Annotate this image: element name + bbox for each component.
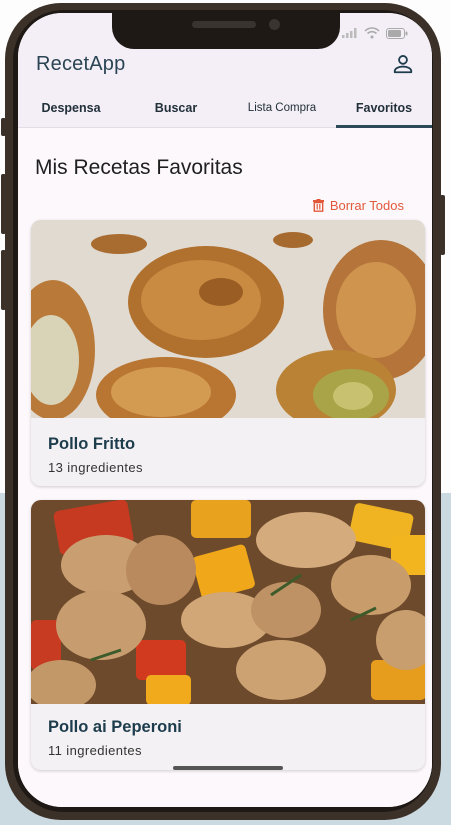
volume-down-button — [1, 250, 6, 310]
recipe-card-pollo-ai-peperoni[interactable]: Pollo ai Peperoni 11 ingredientes — [31, 500, 425, 770]
wifi-icon — [364, 27, 380, 39]
tab-lista-compra[interactable]: Lista Compra — [228, 97, 336, 128]
clear-all-button[interactable]: Borrar Todos — [312, 198, 404, 213]
status-bar-icons — [342, 27, 408, 39]
tab-favoritos[interactable]: Favoritos — [336, 97, 432, 128]
recipe-title: Pollo ai Peperoni — [48, 718, 182, 736]
front-camera — [269, 19, 280, 30]
recipe-title: Pollo Fritto — [48, 435, 136, 453]
recipe-ingredients-count: 11 ingredientes — [48, 743, 142, 758]
tab-bar: Despensa Buscar Lista Compra Favoritos — [18, 97, 432, 128]
tab-buscar[interactable]: Buscar — [124, 97, 228, 128]
speaker — [192, 21, 256, 28]
notch — [112, 13, 340, 49]
recipe-image — [31, 500, 425, 704]
tab-despensa[interactable]: Despensa — [18, 97, 124, 128]
mute-switch — [1, 118, 6, 136]
signal-icon — [342, 28, 357, 38]
app-title: RecetApp — [36, 53, 126, 75]
recipe-card-pollo-fritto[interactable]: Pollo Fritto 13 ingredientes — [31, 220, 425, 486]
volume-up-button — [1, 174, 6, 234]
home-indicator[interactable] — [173, 766, 283, 770]
account-icon[interactable] — [392, 53, 414, 75]
page-title: Mis Recetas Favoritas — [35, 156, 243, 179]
clear-all-label: Borrar Todos — [329, 198, 404, 213]
trash-icon — [312, 199, 324, 212]
recipe-image — [31, 220, 425, 418]
recipe-ingredients-count: 13 ingredientes — [48, 460, 143, 475]
phone-screen: RecetApp Despensa Buscar Lista Compra Fa… — [18, 13, 432, 807]
power-button — [440, 195, 445, 255]
battery-icon — [386, 27, 408, 39]
